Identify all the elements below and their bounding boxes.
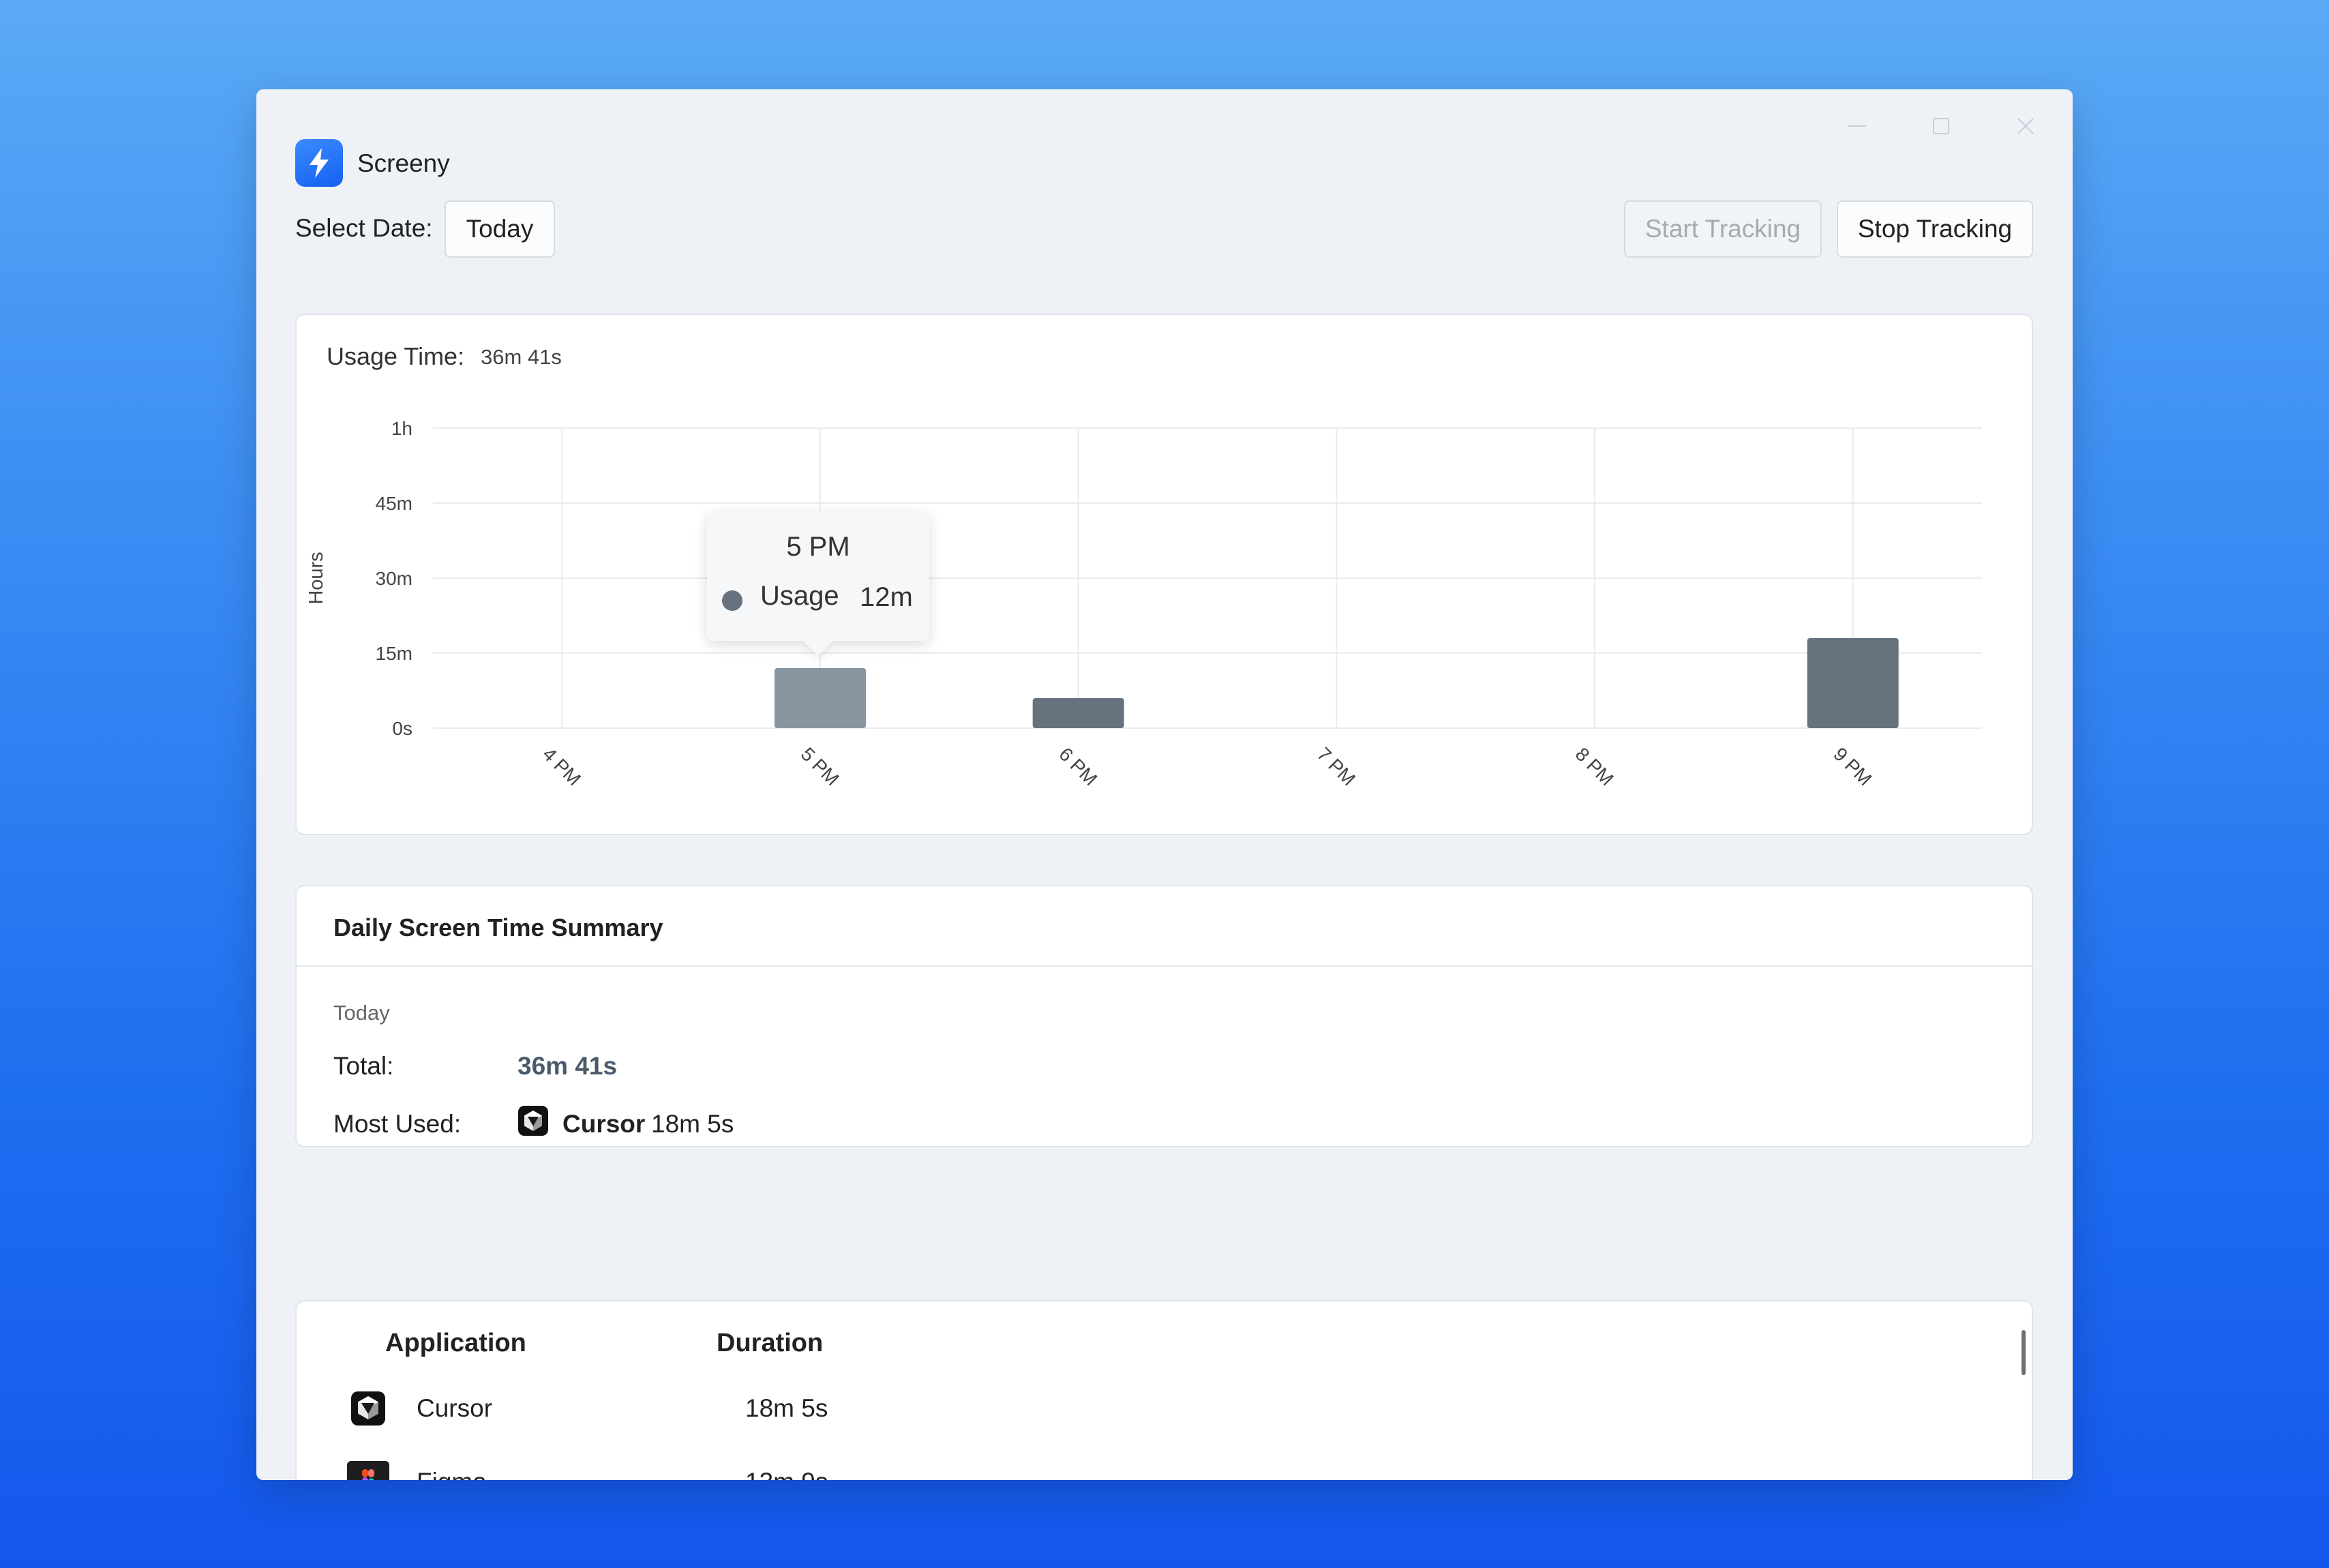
table-row[interactable]: Figma 13m 9s [297,1454,2032,1480]
app-name-cell: Figma [417,1468,487,1480]
usage-bar-chart[interactable]: 0s 15m 30m 45m 1h 4 PM 5 PM 6 PM 7 PM 8 PM 9 PM Hou… [297,315,2034,836]
column-header-duration[interactable]: Duration [717,1329,823,1358]
app-name-cell: Cursor [417,1394,493,1422]
bar-9-pm[interactable] [1807,638,1899,728]
app-logo-icon [295,139,343,187]
usage-chart-card: Usage Time: 36m 41s 0s 15m 30m 45m 1h 4 PM 5 P… [295,314,2033,835]
y-tick-label: 15m [376,643,412,664]
x-tick-label: 8 PM [1572,743,1618,789]
maximize-icon [1933,118,1949,134]
x-tick-label: 4 PM [539,743,585,789]
close-icon [2016,117,2035,136]
x-tick-label: 5 PM [797,743,843,789]
x-tick-label: 7 PM [1313,743,1359,789]
duration-cell: 13m 9s [745,1468,828,1480]
summary-date: Today [333,1001,390,1025]
figma-app-icon [347,1461,389,1480]
summary-divider [297,965,2032,967]
table-scrollbar[interactable] [2022,1330,2026,1375]
minimize-button[interactable] [1837,106,1878,147]
tooltip-series-name: Usage [760,581,839,611]
maximize-button[interactable] [1921,106,1962,147]
minimize-icon [1848,125,1866,127]
y-tick-label: 1h [391,418,412,439]
duration-cell: 18m 5s [745,1394,828,1422]
total-label: Total: [333,1052,394,1080]
y-tick-label: 30m [376,568,412,589]
tooltip-series-dot [722,590,742,611]
y-tick-label: 0s [392,718,412,739]
column-header-application[interactable]: Application [385,1329,526,1358]
x-tick-label: 9 PM [1829,743,1876,789]
stop-tracking-button[interactable]: Stop Tracking [1837,200,2033,258]
date-picker-button[interactable]: Today [445,200,555,258]
summary-title: Daily Screen Time Summary [333,914,663,941]
tooltip-category: 5 PM [786,532,850,562]
start-tracking-button[interactable]: Start Tracking [1624,200,1822,258]
select-date-label: Select Date: [295,214,433,242]
lightning-icon [310,148,329,178]
daily-summary-card: Daily Screen Time Summary Today Total: 3… [295,885,2033,1147]
app-usage-table: Application Duration Cursor 18m 5s [295,1300,2033,1480]
bar-6-pm[interactable] [1032,698,1124,728]
most-used-app-name: Cursor [562,1110,646,1138]
close-button[interactable] [2005,106,2046,147]
bar-5-pm[interactable] [775,668,866,728]
x-tick-label: 6 PM [1055,743,1101,789]
most-used-label: Most Used: [333,1110,462,1138]
table-row[interactable]: Cursor 18m 5s [297,1381,2032,1442]
y-tick-label: 45m [376,493,412,514]
total-value: 36m 41s [517,1052,618,1080]
app-window: Screeny Select Date: Today Start Trackin… [256,89,2073,1480]
most-used-duration: 18m 5s [651,1110,734,1138]
tooltip-value: 12m [860,582,913,612]
cursor-app-icon [351,1391,385,1426]
cursor-app-icon [518,1106,548,1136]
app-title: Screeny [357,149,450,177]
chart-tooltip: 5 PM Usage 12m [707,511,929,641]
y-axis-label: Hours [305,552,327,604]
